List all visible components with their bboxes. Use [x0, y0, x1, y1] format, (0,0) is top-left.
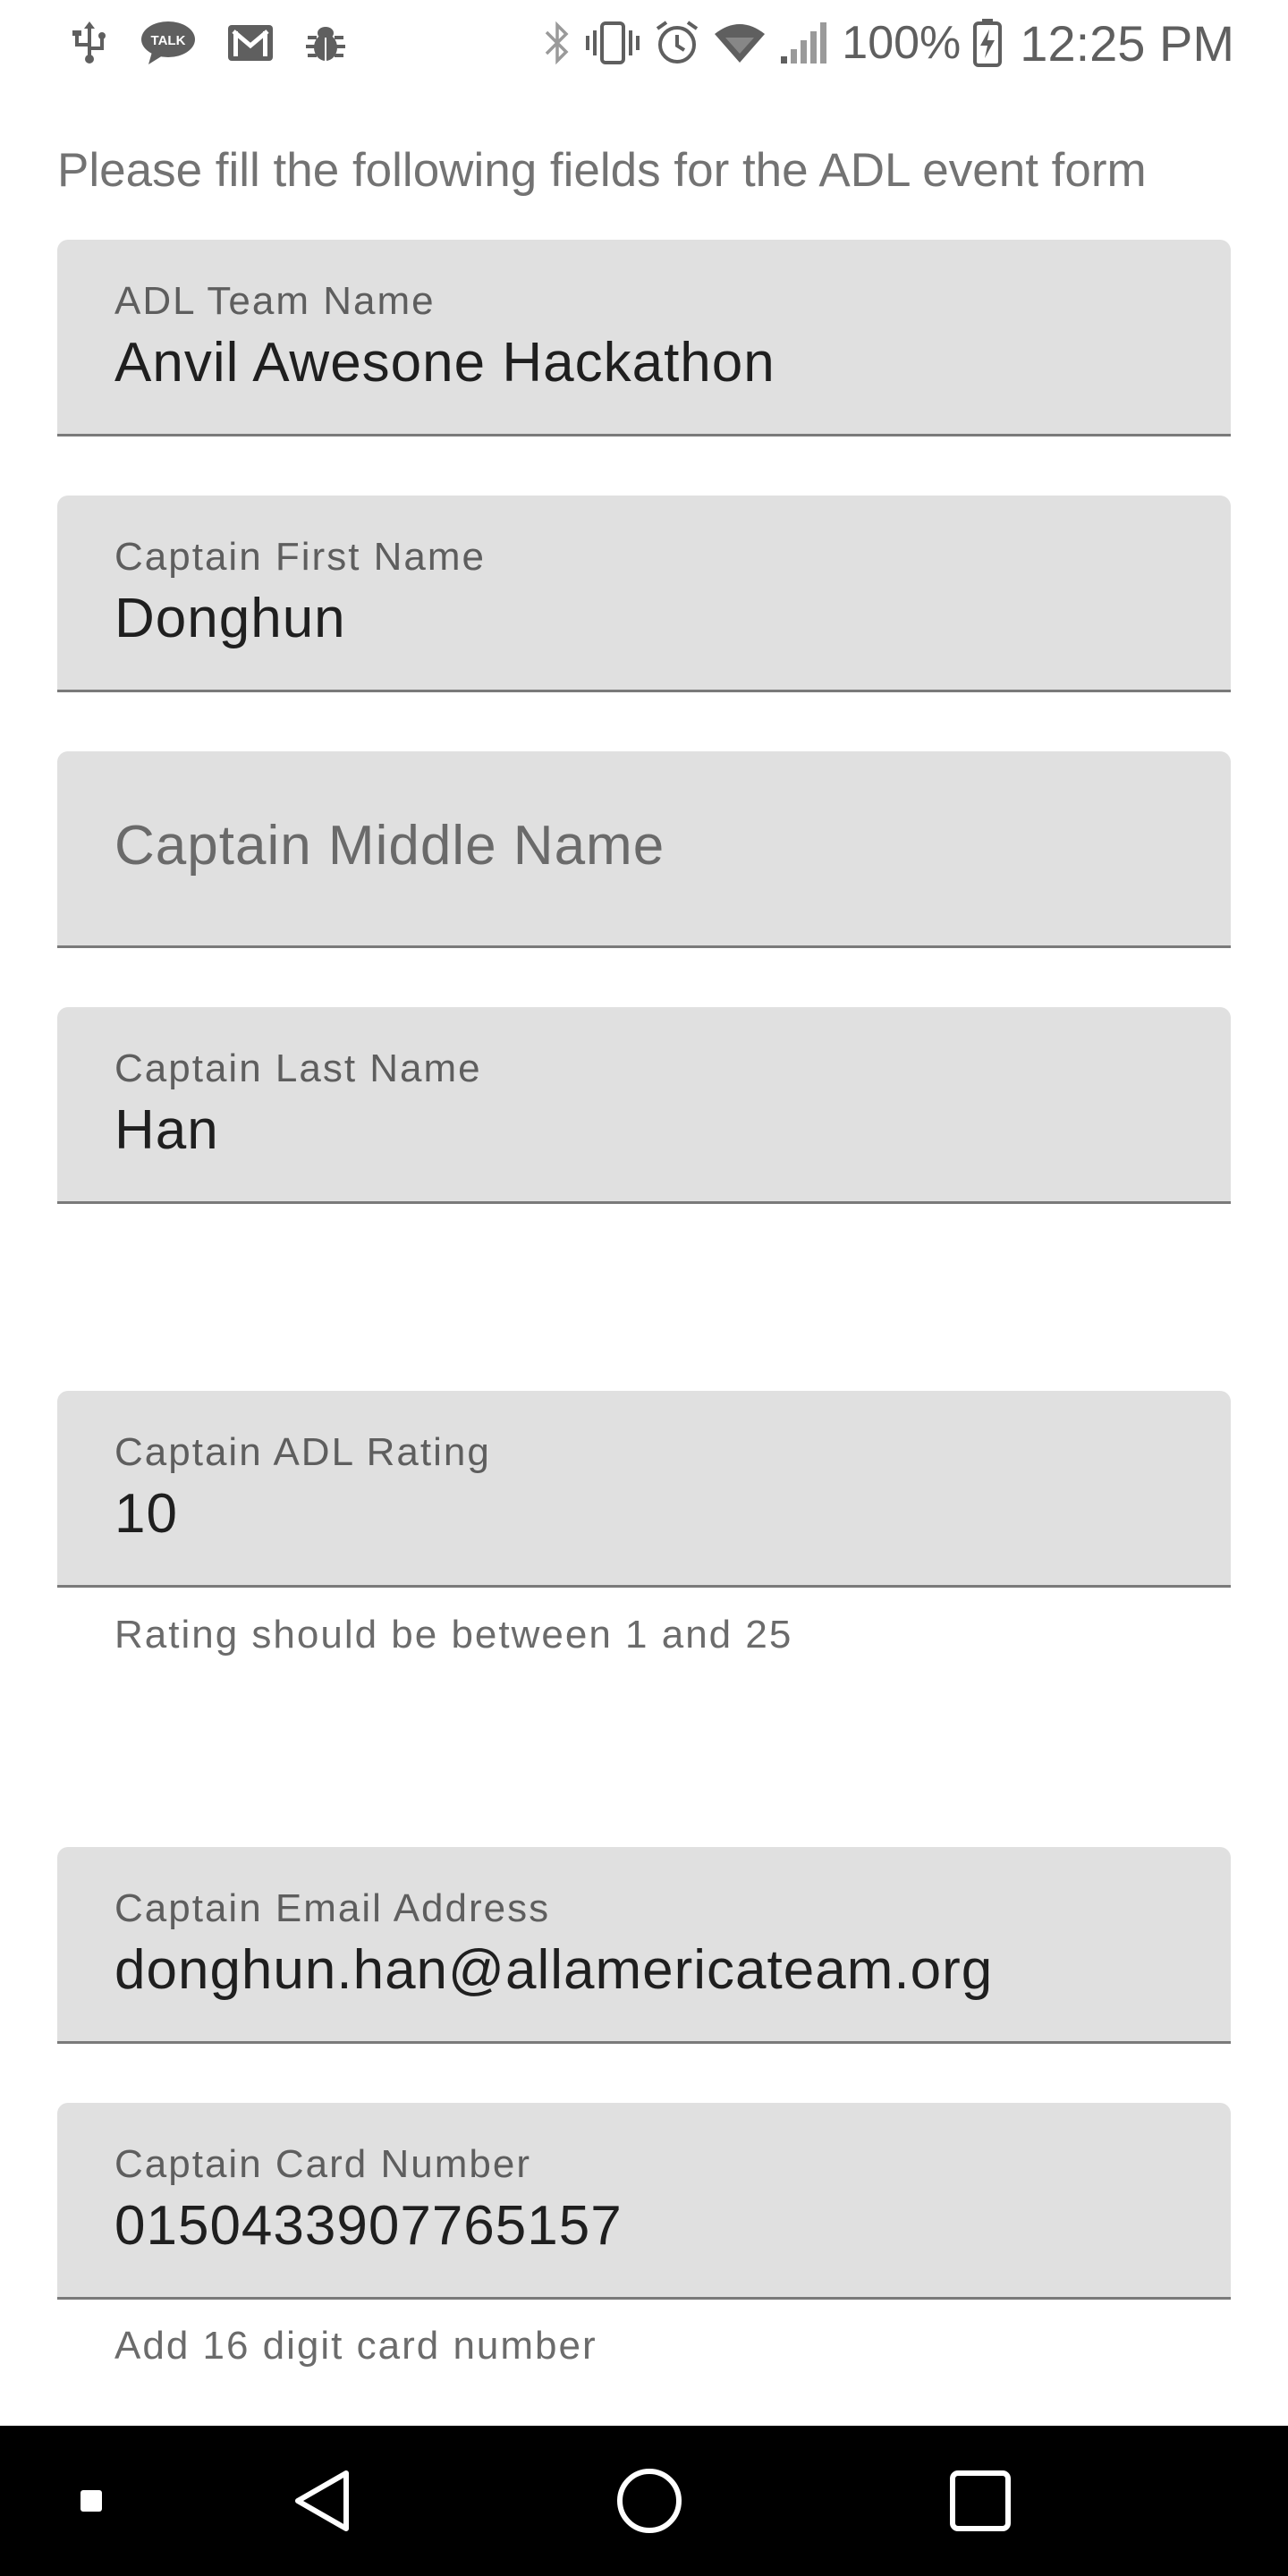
- captain-email-field[interactable]: Captain Email Address donghun.han@allame…: [57, 1847, 1231, 2044]
- captain-last-name-input[interactable]: Han: [114, 1098, 219, 1162]
- status-bar-notifications: TALK: [70, 0, 347, 86]
- form-instructions: Please fill the following fields for the…: [57, 144, 1147, 197]
- team-name-label: ADL Team Name: [114, 279, 436, 323]
- captain-adl-rating-label: Captain ADL Rating: [114, 1430, 491, 1474]
- battery-charging-icon: [973, 19, 1003, 67]
- captain-card-number-input[interactable]: 0150433907765157: [114, 2194, 623, 2258]
- talk-icon: TALK: [140, 20, 197, 66]
- alarm-icon: [654, 20, 700, 66]
- back-icon[interactable]: [277, 2426, 367, 2576]
- vibrate-icon: [584, 20, 641, 66]
- recents-dot-icon[interactable]: [64, 2426, 118, 2576]
- team-name-input[interactable]: Anvil Awesone Hackathon: [114, 331, 775, 394]
- captain-last-name-field[interactable]: Captain Last Name Han: [57, 1007, 1231, 1204]
- team-name-field[interactable]: ADL Team Name Anvil Awesone Hackathon: [57, 240, 1231, 436]
- bug-icon: [304, 21, 347, 64]
- captain-middle-name-field[interactable]: Captain Middle Name: [57, 751, 1231, 948]
- svg-text:TALK: TALK: [151, 33, 186, 48]
- navigation-bar: [0, 2426, 1288, 2576]
- captain-last-name-label: Captain Last Name: [114, 1046, 482, 1090]
- captain-first-name-field[interactable]: Captain First Name Donghun: [57, 496, 1231, 692]
- overview-icon[interactable]: [936, 2426, 1025, 2576]
- status-bar-system: 100% 12:25 PM: [543, 0, 1234, 86]
- captain-adl-rating-field[interactable]: Captain ADL Rating 10: [57, 1391, 1231, 1588]
- gmail-icon: [227, 24, 274, 62]
- captain-email-input[interactable]: donghun.han@allamericateam.org: [114, 1938, 993, 2002]
- signal-icon: [779, 21, 829, 65]
- home-icon[interactable]: [605, 2426, 694, 2576]
- captain-card-number-field[interactable]: Captain Card Number 0150433907765157: [57, 2103, 1231, 2300]
- captain-first-name-label: Captain First Name: [114, 535, 487, 579]
- captain-first-name-input[interactable]: Donghun: [114, 587, 346, 650]
- battery-percentage: 100%: [842, 17, 962, 69]
- bluetooth-icon: [543, 20, 572, 66]
- clock: 12:25 PM: [1020, 14, 1234, 72]
- captain-email-label: Captain Email Address: [114, 1886, 551, 1930]
- rating-helper-text: Rating should be between 1 and 25: [114, 1613, 793, 1657]
- usb-icon: [70, 21, 109, 64]
- card-number-helper-text: Add 16 digit card number: [114, 2324, 597, 2368]
- wifi-icon: [713, 21, 767, 64]
- captain-middle-name-input[interactable]: Captain Middle Name: [114, 814, 665, 877]
- captain-adl-rating-input[interactable]: 10: [114, 1482, 178, 1546]
- captain-card-number-label: Captain Card Number: [114, 2142, 531, 2186]
- status-bar: TALK 100% 12:25 PM: [0, 0, 1288, 86]
